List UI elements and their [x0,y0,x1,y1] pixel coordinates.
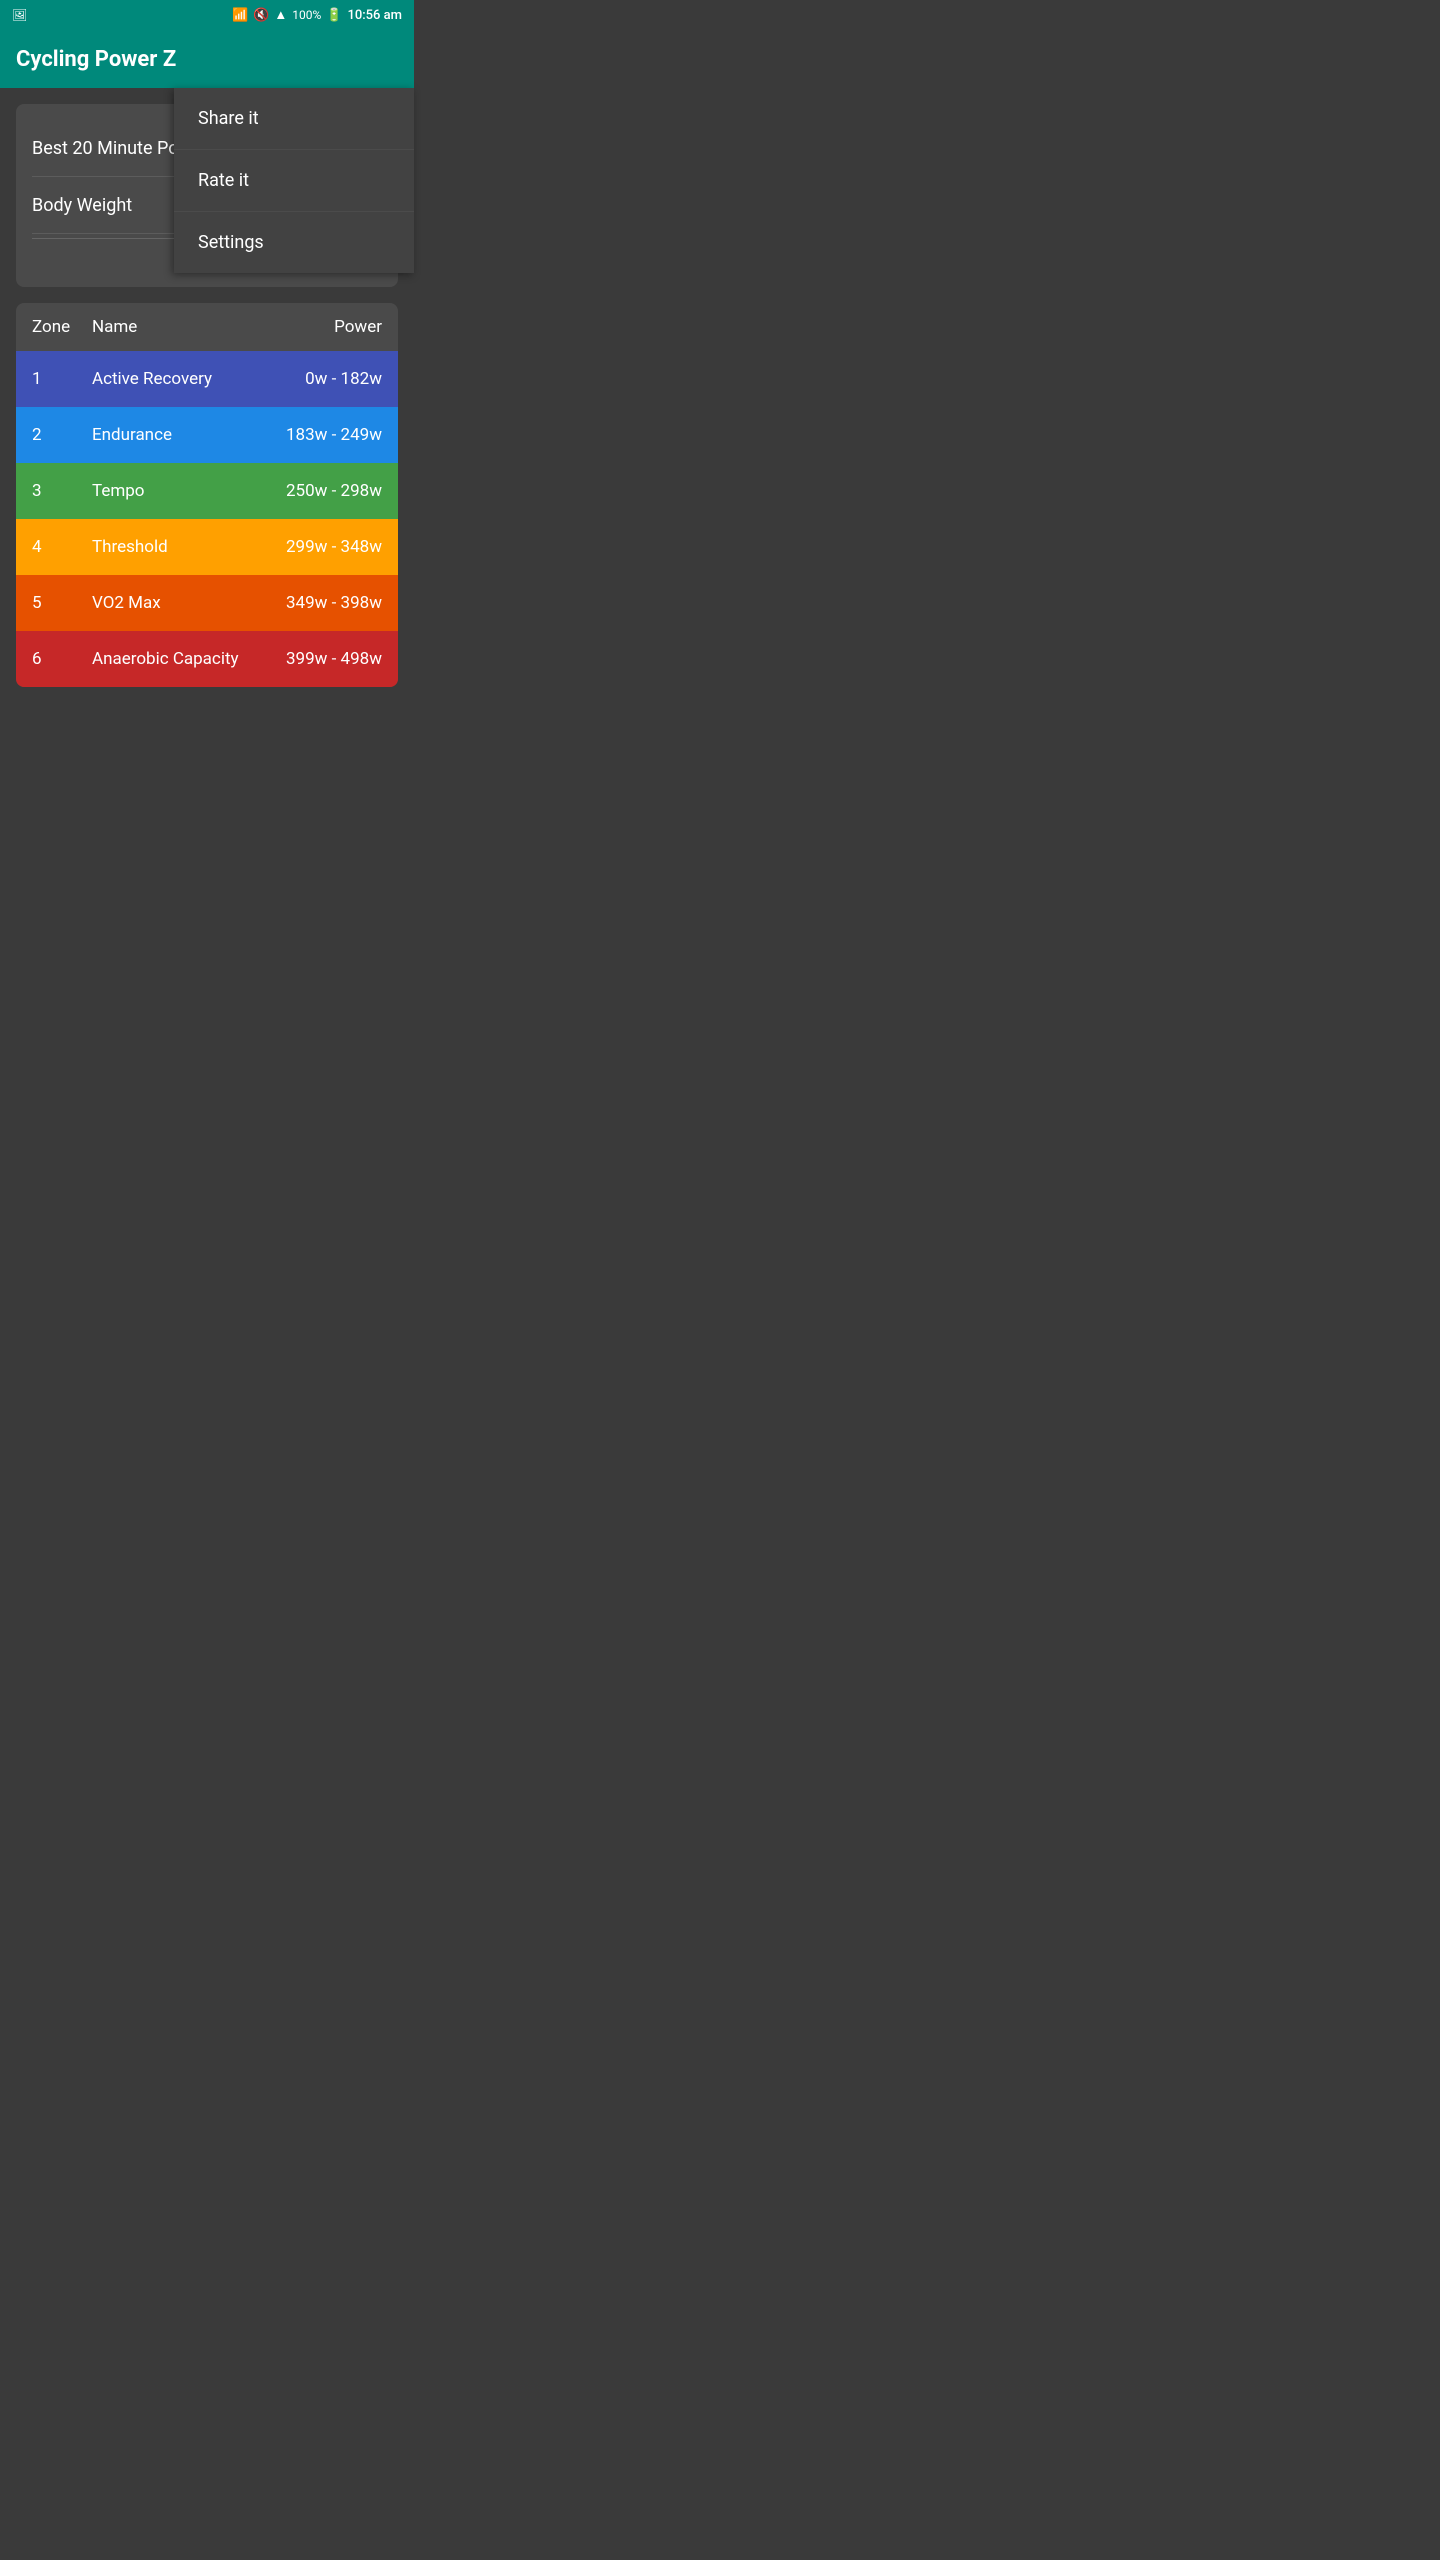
table-row: 3 Tempo 250w - 298w [16,463,398,519]
bluetooth-icon: 📶 [232,8,248,23]
status-time: 10:56 am [347,8,402,23]
zone-power: 183w - 249w [252,425,382,445]
zone-number: 3 [32,481,92,501]
zone-rows-container: 1 Active Recovery 0w - 182w 2 Endurance … [16,351,398,687]
table-row: 2 Endurance 183w - 249w [16,407,398,463]
app-bar: Cycling Power Z [0,30,414,88]
context-menu: Share it Rate it Settings [174,88,414,273]
zone-power: 399w - 498w [252,649,382,669]
zone-number: 5 [32,593,92,613]
zone-number: 4 [32,537,92,557]
zone-name: VO2 Max [92,593,252,613]
mute-icon: 🔇 [253,8,269,23]
table-row: 5 VO2 Max 349w - 398w [16,575,398,631]
right-status-icons: 📶 🔇 ▲ 100% 🔋 10:56 am [232,7,402,23]
status-bar: 🖼 📶 🔇 ▲ 100% 🔋 10:56 am [0,0,414,30]
table-row: 4 Threshold 299w - 348w [16,519,398,575]
zone-name: Anaerobic Capacity [92,649,252,669]
zone-number: 6 [32,649,92,669]
status-icons: 🖼 [12,8,27,22]
menu-item-rate[interactable]: Rate it [174,150,414,212]
table-row: 1 Active Recovery 0w - 182w [16,351,398,407]
header-name: Name [92,317,252,337]
battery-percent: 100% [292,8,321,22]
results-table: Zone Name Power 1 Active Recovery 0w - 1… [16,303,398,687]
zone-name: Threshold [92,537,252,557]
header-zone: Zone [32,317,92,337]
menu-item-share[interactable]: Share it [174,88,414,150]
zone-power: 299w - 348w [252,537,382,557]
table-header: Zone Name Power [16,303,398,351]
header-power: Power [252,317,382,337]
zone-power: 349w - 398w [252,593,382,613]
zone-name: Active Recovery [92,369,252,389]
zone-number: 1 [32,369,92,389]
image-icon: 🖼 [12,8,27,22]
table-row: 6 Anaerobic Capacity 399w - 498w [16,631,398,687]
zone-number: 2 [32,425,92,445]
zone-power: 250w - 298w [252,481,382,501]
signal-icon: ▲ [274,7,287,23]
zone-name: Endurance [92,425,252,445]
zone-power: 0w - 182w [252,369,382,389]
app-title: Cycling Power Z [16,47,176,72]
zone-name: Tempo [92,481,252,501]
menu-item-settings[interactable]: Settings [174,212,414,273]
battery-icon: 🔋 [326,8,342,23]
